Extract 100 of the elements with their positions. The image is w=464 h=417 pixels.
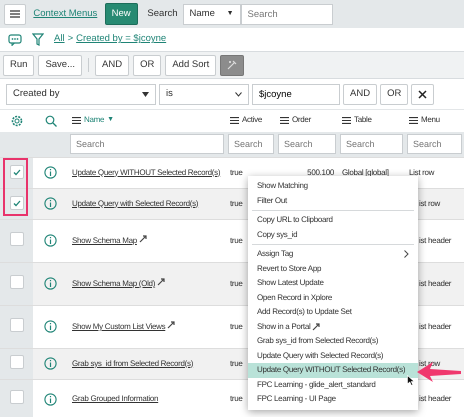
condition-button[interactable]: OR bbox=[380, 84, 408, 104]
menu-item[interactable]: Copy URL to Clipboard bbox=[248, 213, 418, 228]
info-icon[interactable] bbox=[44, 166, 57, 179]
table-cell: true bbox=[230, 322, 243, 330]
toolbar-button[interactable]: Save... bbox=[38, 54, 82, 76]
breadcrumb-link[interactable]: All bbox=[54, 32, 65, 47]
new-button[interactable]: New bbox=[104, 3, 138, 25]
record-link[interactable]: Show My Custom List Views bbox=[72, 322, 166, 331]
external-link-icon[interactable] bbox=[167, 320, 176, 329]
table-cell: true bbox=[230, 394, 243, 404]
column-header[interactable]: Name bbox=[84, 114, 104, 126]
breadcrumb-separator: > bbox=[68, 32, 74, 46]
record-link[interactable]: Update Query WITHOUT Selected Record(s) bbox=[72, 168, 220, 176]
list-icon[interactable] bbox=[342, 116, 351, 124]
table-cell: ist header bbox=[419, 278, 452, 288]
info-icon[interactable] bbox=[44, 277, 57, 290]
toolbar-button[interactable]: Run bbox=[3, 54, 34, 76]
search-label: Search bbox=[147, 6, 178, 21]
field-select[interactable]: Created by bbox=[6, 84, 156, 104]
list-icon[interactable] bbox=[72, 116, 81, 124]
toolbar-button[interactable]: AND bbox=[95, 54, 130, 76]
comment-icon[interactable] bbox=[8, 34, 22, 46]
menu-item[interactable]: Open Record in Xplore bbox=[248, 290, 418, 305]
table-cell: true bbox=[230, 236, 243, 244]
menu-item[interactable]: Assign Tag bbox=[248, 247, 418, 262]
column-header[interactable]: Table bbox=[354, 114, 372, 126]
menu-button[interactable] bbox=[4, 4, 26, 24]
list-icon[interactable] bbox=[230, 116, 239, 124]
list-icon[interactable] bbox=[409, 116, 418, 124]
menu-item[interactable]: Update Query with Selected Record(s) bbox=[248, 348, 418, 363]
check-icon bbox=[12, 168, 20, 176]
menu-item[interactable]: Copy sys_id bbox=[248, 228, 418, 242]
check-icon bbox=[12, 200, 20, 207]
record-link[interactable]: Show Schema Map (Old) bbox=[72, 279, 156, 288]
column-header[interactable]: Order bbox=[292, 114, 311, 126]
record-link[interactable]: Update Query with Selected Record(s) bbox=[72, 198, 198, 208]
value-field[interactable]: $jcoyne bbox=[252, 84, 340, 104]
external-link-icon[interactable] bbox=[157, 277, 166, 286]
column-search-field[interactable]: Search bbox=[407, 134, 462, 154]
info-icon[interactable] bbox=[44, 392, 57, 406]
checkbox[interactable] bbox=[10, 232, 24, 246]
menu-item[interactable]: Grab sys_id from Selected Record(s) bbox=[248, 334, 418, 348]
tool-button[interactable] bbox=[220, 54, 244, 76]
menu-item[interactable]: FPC Learning - UI Page bbox=[248, 392, 418, 406]
menu-item[interactable]: FPC Learning - glide_alert_standard bbox=[248, 378, 418, 392]
record-link[interactable]: Grab sys_id from Selected Record(s) bbox=[72, 358, 194, 368]
table-cell: List row bbox=[409, 168, 434, 176]
record-link[interactable]: Show Schema Map bbox=[72, 236, 137, 245]
checkbox[interactable] bbox=[10, 354, 24, 368]
table-cell: ist row bbox=[419, 198, 440, 208]
filter-icon[interactable] bbox=[32, 33, 44, 46]
column-search-field[interactable]: Search bbox=[70, 134, 224, 154]
table-cell: true bbox=[230, 278, 243, 288]
condition-button[interactable]: AND bbox=[343, 84, 378, 104]
table-cell: true bbox=[230, 168, 243, 176]
column-search-field[interactable]: Search bbox=[228, 134, 274, 154]
cursor-icon bbox=[407, 375, 415, 386]
search-icon[interactable] bbox=[44, 114, 56, 127]
menu-item[interactable]: Show in a Portal bbox=[248, 320, 418, 334]
menu-item[interactable]: Revert to Store App bbox=[248, 262, 418, 276]
info-icon[interactable] bbox=[44, 357, 57, 370]
menu-item[interactable]: Add Record(s) to Update Set bbox=[248, 305, 418, 320]
column-search-field[interactable]: Search bbox=[340, 134, 403, 154]
column-header[interactable]: Active bbox=[242, 114, 262, 126]
toolbar-button[interactable]: Add Sort bbox=[165, 54, 216, 76]
menu-item[interactable]: Show Matching bbox=[248, 179, 418, 194]
table-cell: true bbox=[230, 198, 243, 208]
info-icon[interactable] bbox=[44, 320, 57, 333]
toolbar-button[interactable]: OR bbox=[133, 54, 162, 76]
info-icon[interactable] bbox=[44, 197, 57, 210]
checkbox[interactable] bbox=[10, 274, 24, 288]
caret-icon bbox=[142, 92, 149, 96]
column-header[interactable]: Menu bbox=[421, 114, 440, 126]
remove-button[interactable] bbox=[411, 84, 434, 104]
table-cell: ist header bbox=[419, 236, 452, 244]
pointer-arrow bbox=[416, 361, 462, 383]
wand-icon bbox=[227, 60, 238, 70]
external-link-icon[interactable] bbox=[138, 234, 147, 243]
menu-item[interactable]: Show Latest Update bbox=[248, 276, 418, 290]
table-cell: ist header bbox=[419, 394, 452, 404]
checkbox[interactable] bbox=[10, 390, 24, 404]
table-cell: ist header bbox=[419, 322, 452, 330]
chevron-icon bbox=[235, 92, 242, 96]
operator-select[interactable]: is bbox=[159, 84, 249, 104]
menu-item[interactable]: Filter Out bbox=[248, 194, 418, 208]
info-icon[interactable] bbox=[44, 234, 57, 247]
table-cell: true bbox=[230, 358, 243, 368]
column-search-field[interactable]: Search bbox=[278, 134, 336, 154]
checkbox[interactable] bbox=[10, 318, 24, 332]
checkbox[interactable] bbox=[10, 165, 24, 180]
table-cell: 500.100 bbox=[307, 168, 334, 176]
settings-icon[interactable] bbox=[10, 114, 22, 127]
page-title[interactable]: Context Menus bbox=[33, 6, 98, 22]
search-field[interactable]: Search bbox=[240, 4, 333, 24]
checkbox[interactable] bbox=[10, 196, 24, 210]
menu-item[interactable]: Update Query WITHOUT Selected Record(s) bbox=[248, 363, 418, 378]
breadcrumb-link[interactable]: Created by = $jcoyne bbox=[76, 32, 166, 47]
highlight-frame bbox=[3, 158, 28, 216]
list-icon[interactable] bbox=[280, 116, 289, 124]
record-link[interactable]: Grab Grouped Information bbox=[72, 394, 158, 404]
